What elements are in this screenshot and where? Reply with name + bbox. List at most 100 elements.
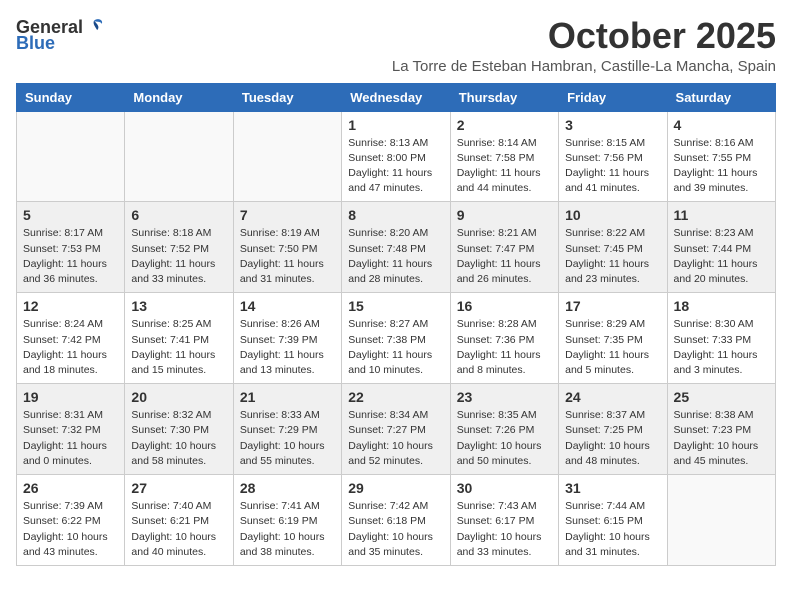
table-row: 22 Sunrise: 8:34 AM Sunset: 7:27 PM Dayli… [342,384,450,475]
day-number: 22 [348,389,443,405]
table-row: 29 Sunrise: 7:42 AM Sunset: 6:18 PM Dayli… [342,475,450,566]
day-info: Sunrise: 7:41 AM Sunset: 6:19 PM Dayligh… [240,499,335,560]
header-saturday: Saturday [667,83,775,111]
month-title: October 2025 [392,16,776,56]
table-row: 13Sunrise: 8:25 AM Sunset: 7:41 PM Dayli… [125,293,233,384]
week-row-1: 1 Sunrise: 8:13 AM Sunset: 8:00 PM Daylig… [17,111,776,202]
week-row-2: 5Sunrise: 8:17 AM Sunset: 7:53 PM Daylig… [17,202,776,293]
logo-bird-icon [83,16,105,38]
day-number: 9 [457,207,552,223]
day-number: 20 [131,389,226,405]
table-row: 4 Sunrise: 8:16 AM Sunset: 7:55 PM Daylig… [667,111,775,202]
table-row: 23 Sunrise: 8:35 AM Sunset: 7:26 PM Dayli… [450,384,558,475]
day-number: 24 [565,389,660,405]
table-row: 18 Sunrise: 8:30 AM Sunset: 7:33 PM Dayli… [667,293,775,384]
table-row: 24 Sunrise: 8:37 AM Sunset: 7:25 PM Dayli… [559,384,667,475]
day-info: Sunrise: 8:26 AM Sunset: 7:39 PM Dayligh… [240,317,335,378]
day-number: 15 [348,298,443,314]
day-info: Sunrise: 8:31 AM Sunset: 7:32 PM Dayligh… [23,408,118,469]
header-friday: Friday [559,83,667,111]
day-number: 29 [348,480,443,496]
table-row: 10 Sunrise: 8:22 AM Sunset: 7:45 PM Dayli… [559,202,667,293]
header-tuesday: Tuesday [233,83,341,111]
day-info: Sunrise: 8:27 AM Sunset: 7:38 PM Dayligh… [348,317,443,378]
title-section: October 2025 La Torre de Esteban Hambran… [392,16,776,75]
day-info: Sunrise: 8:17 AM Sunset: 7:53 PM Dayligh… [23,226,118,287]
day-number: 8 [348,207,443,223]
table-row [125,111,233,202]
week-row-5: 26 Sunrise: 7:39 AM Sunset: 6:22 PM Dayli… [17,475,776,566]
page-header: General Blue October 2025 La Torre de Es… [16,16,776,75]
day-number: 14 [240,298,335,314]
day-info: Sunrise: 8:35 AM Sunset: 7:26 PM Dayligh… [457,408,552,469]
table-row: 15 Sunrise: 8:27 AM Sunset: 7:38 PM Dayli… [342,293,450,384]
logo: General Blue [16,16,105,52]
day-info: Sunrise: 8:23 AM Sunset: 7:44 PM Dayligh… [674,226,769,287]
day-info: Sunrise: 8:30 AM Sunset: 7:33 PM Dayligh… [674,317,769,378]
day-info: Sunrise: 8:14 AM Sunset: 7:58 PM Dayligh… [457,136,552,197]
day-info: Sunrise: 8:18 AM Sunset: 7:52 PM Dayligh… [131,226,226,287]
table-row: 26 Sunrise: 7:39 AM Sunset: 6:22 PM Dayli… [17,475,125,566]
day-info: Sunrise: 7:40 AM Sunset: 6:21 PM Dayligh… [131,499,226,560]
day-number: 7 [240,207,335,223]
day-info: Sunrise: 8:22 AM Sunset: 7:45 PM Dayligh… [565,226,660,287]
table-row: 6 Sunrise: 8:18 AM Sunset: 7:52 PM Daylig… [125,202,233,293]
table-row: 2 Sunrise: 8:14 AM Sunset: 7:58 PM Daylig… [450,111,558,202]
day-info: Sunrise: 8:19 AM Sunset: 7:50 PM Dayligh… [240,226,335,287]
day-number: 10 [565,207,660,223]
day-number: 28 [240,480,335,496]
calendar-table: Sunday Monday Tuesday Wednesday Thursday… [16,83,776,566]
day-number: 6 [131,207,226,223]
table-row: 9 Sunrise: 8:21 AM Sunset: 7:47 PM Daylig… [450,202,558,293]
day-info: Sunrise: 8:13 AM Sunset: 8:00 PM Dayligh… [348,136,443,197]
day-number: 3 [565,117,660,133]
table-row: 28 Sunrise: 7:41 AM Sunset: 6:19 PM Dayli… [233,475,341,566]
table-row: 3Sunrise: 8:15 AM Sunset: 7:56 PM Daylig… [559,111,667,202]
table-row: 5Sunrise: 8:17 AM Sunset: 7:53 PM Daylig… [17,202,125,293]
day-info: Sunrise: 8:38 AM Sunset: 7:23 PM Dayligh… [674,408,769,469]
location-title: La Torre de Esteban Hambran, Castille-La… [392,58,776,75]
day-number: 21 [240,389,335,405]
table-row: 1 Sunrise: 8:13 AM Sunset: 8:00 PM Daylig… [342,111,450,202]
table-row [17,111,125,202]
day-number: 2 [457,117,552,133]
day-info: Sunrise: 8:32 AM Sunset: 7:30 PM Dayligh… [131,408,226,469]
table-row: 16Sunrise: 8:28 AM Sunset: 7:36 PM Dayli… [450,293,558,384]
day-number: 1 [348,117,443,133]
day-number: 12 [23,298,118,314]
day-info: Sunrise: 8:28 AM Sunset: 7:36 PM Dayligh… [457,317,552,378]
day-info: Sunrise: 8:37 AM Sunset: 7:25 PM Dayligh… [565,408,660,469]
day-info: Sunrise: 8:16 AM Sunset: 7:55 PM Dayligh… [674,136,769,197]
day-info: Sunrise: 8:25 AM Sunset: 7:41 PM Dayligh… [131,317,226,378]
day-number: 18 [674,298,769,314]
day-number: 4 [674,117,769,133]
table-row: 11 Sunrise: 8:23 AM Sunset: 7:44 PM Dayli… [667,202,775,293]
day-info: Sunrise: 8:21 AM Sunset: 7:47 PM Dayligh… [457,226,552,287]
header-row: Sunday Monday Tuesday Wednesday Thursday… [17,83,776,111]
day-number: 26 [23,480,118,496]
day-number: 25 [674,389,769,405]
week-row-3: 12 Sunrise: 8:24 AM Sunset: 7:42 PM Dayli… [17,293,776,384]
table-row: 20 Sunrise: 8:32 AM Sunset: 7:30 PM Dayli… [125,384,233,475]
day-number: 19 [23,389,118,405]
day-info: Sunrise: 7:39 AM Sunset: 6:22 PM Dayligh… [23,499,118,560]
table-row: 19 Sunrise: 8:31 AM Sunset: 7:32 PM Dayli… [17,384,125,475]
table-row [233,111,341,202]
day-info: Sunrise: 7:42 AM Sunset: 6:18 PM Dayligh… [348,499,443,560]
logo-blue: Blue [16,34,55,52]
day-info: Sunrise: 8:34 AM Sunset: 7:27 PM Dayligh… [348,408,443,469]
table-row: 27Sunrise: 7:40 AM Sunset: 6:21 PM Dayli… [125,475,233,566]
table-row: 31Sunrise: 7:44 AM Sunset: 6:15 PM Dayli… [559,475,667,566]
day-number: 11 [674,207,769,223]
table-row: 8Sunrise: 8:20 AM Sunset: 7:48 PM Daylig… [342,202,450,293]
day-number: 23 [457,389,552,405]
table-row: 12 Sunrise: 8:24 AM Sunset: 7:42 PM Dayli… [17,293,125,384]
header-wednesday: Wednesday [342,83,450,111]
day-info: Sunrise: 8:29 AM Sunset: 7:35 PM Dayligh… [565,317,660,378]
header-thursday: Thursday [450,83,558,111]
day-info: Sunrise: 7:44 AM Sunset: 6:15 PM Dayligh… [565,499,660,560]
day-info: Sunrise: 7:43 AM Sunset: 6:17 PM Dayligh… [457,499,552,560]
day-info: Sunrise: 8:24 AM Sunset: 7:42 PM Dayligh… [23,317,118,378]
table-row: 17Sunrise: 8:29 AM Sunset: 7:35 PM Dayli… [559,293,667,384]
week-row-4: 19 Sunrise: 8:31 AM Sunset: 7:32 PM Dayli… [17,384,776,475]
